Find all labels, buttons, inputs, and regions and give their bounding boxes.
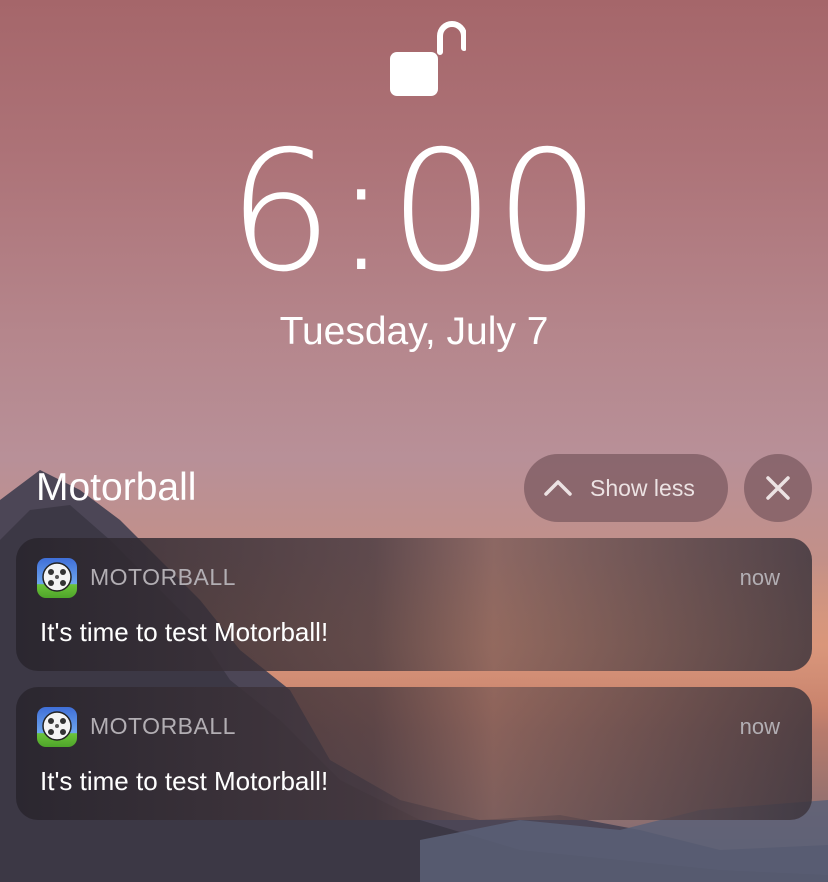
notification-card[interactable]: MOTORBALL now It's time to test Motorbal… (16, 538, 812, 671)
notification-app-name: MOTORBALL (90, 564, 236, 590)
notification-card[interactable]: MOTORBALL now It's time to test Motorbal… (16, 687, 812, 820)
unlocked-padlock-icon (390, 21, 466, 96)
chevron-up-icon (544, 480, 572, 496)
motorball-app-icon (37, 558, 77, 598)
show-less-button[interactable]: Show less (524, 454, 728, 522)
clear-notifications-button[interactable] (744, 454, 812, 522)
close-icon (766, 476, 790, 500)
notification-group-title: Motorball (36, 466, 197, 509)
lockscreen-date: Tuesday, July 7 (279, 310, 549, 353)
notification-app-name: MOTORBALL (90, 713, 236, 739)
show-less-label: Show less (590, 475, 695, 501)
motorball-app-icon (37, 707, 77, 747)
notification-time: now (739, 565, 780, 590)
notification-message: It's time to test Motorball! (40, 617, 329, 647)
notification-message: It's time to test Motorball! (40, 766, 329, 796)
notification-time: now (739, 714, 780, 739)
lockscreen-time: 6:00 (227, 116, 601, 309)
